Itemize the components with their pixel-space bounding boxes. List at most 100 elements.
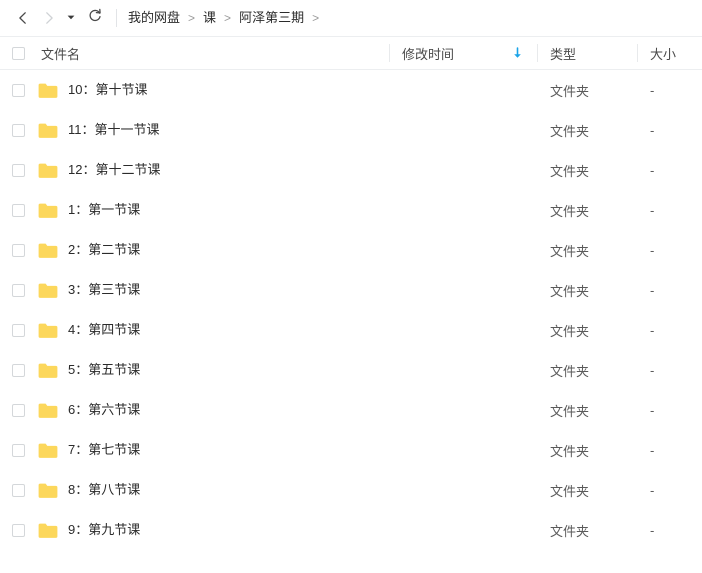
file-name-label: 5：第五节课 xyxy=(68,362,140,378)
table-row[interactable]: 2：第二节课 文件夹 - xyxy=(0,230,702,270)
file-name-cell[interactable]: 3：第三节课 xyxy=(0,270,389,310)
file-size-label: - xyxy=(650,243,654,258)
back-button[interactable] xyxy=(10,5,36,31)
file-name-cell[interactable]: 5：第五节课 xyxy=(0,350,389,390)
file-size-cell: - xyxy=(637,470,702,510)
table-row[interactable]: 10：第十节课 文件夹- xyxy=(0,70,702,110)
table-row[interactable]: 8：第八节课 文件夹- xyxy=(0,470,702,510)
breadcrumb-item-current[interactable]: 阿泽第三期 xyxy=(238,9,305,27)
column-header-mtime[interactable]: 修改时间 xyxy=(389,37,537,69)
file-name-cell[interactable]: 1：第一节课 xyxy=(0,190,389,230)
file-type-cell: 文件夹 xyxy=(537,350,637,390)
row-checkbox[interactable] xyxy=(12,244,25,257)
breadcrumb-item-ke[interactable]: 课 xyxy=(202,9,217,27)
column-header-type[interactable]: 类型 xyxy=(537,37,637,69)
column-header-name[interactable]: 文件名 xyxy=(0,37,389,69)
file-size-cell: - xyxy=(637,150,702,190)
row-checkbox[interactable] xyxy=(12,324,25,337)
table-row[interactable]: 1：第一节课 文件夹- xyxy=(0,190,702,230)
file-mtime-cell xyxy=(389,310,537,350)
row-checkbox[interactable] xyxy=(12,524,25,537)
file-size-label: - xyxy=(650,123,654,138)
file-type-label: 文件夹 xyxy=(550,281,589,300)
file-name-cell[interactable]: 7：第七节课 xyxy=(0,430,389,470)
file-size-label: - xyxy=(650,323,654,338)
file-name-label: 11：第十一节课 xyxy=(68,122,160,138)
file-size-label: - xyxy=(650,363,654,378)
refresh-icon xyxy=(87,8,103,29)
file-type-cell: 文件夹 xyxy=(537,390,637,430)
row-checkbox[interactable] xyxy=(12,124,25,137)
row-checkbox[interactable] xyxy=(12,444,25,457)
file-size-cell: - xyxy=(637,70,702,110)
column-header-name-label: 文件名 xyxy=(41,44,80,63)
file-name-label: 4：第四节课 xyxy=(68,322,140,338)
breadcrumb-item-root[interactable]: 我的网盘 xyxy=(127,9,181,27)
file-name-cell[interactable]: 10：第十节课 xyxy=(0,70,389,110)
file-size-label: - xyxy=(650,403,654,418)
file-type-cell: 文件夹 xyxy=(537,190,637,230)
refresh-button[interactable] xyxy=(82,5,108,31)
select-all-checkbox[interactable] xyxy=(12,47,25,60)
file-size-cell: - xyxy=(637,230,702,270)
file-size-cell: - xyxy=(637,390,702,430)
table-row[interactable]: 3：第三节课 文件夹 - xyxy=(0,270,702,310)
row-checkbox[interactable] xyxy=(12,484,25,497)
file-name-label: 12：第十二节课 xyxy=(68,162,160,178)
file-name-label: 6：第六节课 xyxy=(68,402,140,418)
row-checkbox[interactable] xyxy=(12,84,25,97)
folder-icon xyxy=(38,322,58,339)
table-row[interactable]: 6：第六节课 文件夹 - xyxy=(0,390,702,430)
table-row[interactable]: 5：第五节课 文件夹- xyxy=(0,350,702,390)
column-header-size-label: 大小 xyxy=(650,44,676,63)
row-checkbox[interactable] xyxy=(12,404,25,417)
file-name-cell[interactable]: 8：第八节课 xyxy=(0,470,389,510)
table-row[interactable]: 7：第七节课文件夹- xyxy=(0,430,702,470)
file-type-label: 文件夹 xyxy=(550,321,589,340)
file-type-cell: 文件夹 xyxy=(537,70,637,110)
file-type-cell: 文件夹 xyxy=(537,230,637,270)
file-name-cell[interactable]: 4：第四节课 xyxy=(0,310,389,350)
row-checkbox[interactable] xyxy=(12,204,25,217)
file-type-cell: 文件夹 xyxy=(537,470,637,510)
table-row[interactable]: 4：第四节课 文件夹 - xyxy=(0,310,702,350)
table-row[interactable]: 12：第十二节课文件夹- xyxy=(0,150,702,190)
forward-button[interactable] xyxy=(36,5,62,31)
file-name-cell[interactable]: 6：第六节课 xyxy=(0,390,389,430)
file-size-label: - xyxy=(650,443,654,458)
file-mtime-cell xyxy=(389,270,537,310)
arrow-down-icon[interactable] xyxy=(512,47,523,59)
folder-icon xyxy=(38,122,58,139)
file-type-label: 文件夹 xyxy=(550,241,589,260)
file-name-label: 8：第八节课 xyxy=(68,482,140,498)
row-checkbox[interactable] xyxy=(12,164,25,177)
column-header-type-label: 类型 xyxy=(550,44,576,63)
folder-icon xyxy=(38,402,58,419)
folder-icon xyxy=(38,242,58,259)
file-name-cell[interactable]: 12：第十二节课 xyxy=(0,150,389,190)
file-size-cell: - xyxy=(637,510,702,550)
file-mtime-cell xyxy=(389,430,537,470)
table-row[interactable]: 9：第九节课 文件夹 - xyxy=(0,510,702,550)
file-name-cell[interactable]: 11：第十一节课 xyxy=(0,110,389,150)
navigation-toolbar: 我的网盘 > 课 > 阿泽第三期 > xyxy=(0,0,702,37)
chevron-left-icon xyxy=(15,10,31,26)
file-name-cell[interactable]: 2：第二节课 xyxy=(0,230,389,270)
row-checkbox[interactable] xyxy=(12,284,25,297)
file-size-label: - xyxy=(650,203,654,218)
file-name-cell[interactable]: 9：第九节课 xyxy=(0,510,389,550)
file-type-label: 文件夹 xyxy=(550,401,589,420)
row-checkbox[interactable] xyxy=(12,364,25,377)
file-mtime-cell xyxy=(389,470,537,510)
history-dropdown-button[interactable] xyxy=(62,5,80,31)
column-header-size[interactable]: 大小 xyxy=(637,37,702,69)
file-size-cell: - xyxy=(637,430,702,470)
breadcrumb-separator-trailing: > xyxy=(312,9,319,27)
folder-icon xyxy=(38,442,58,459)
file-size-label: - xyxy=(650,283,654,298)
table-row[interactable]: 11：第十一节课文件夹- xyxy=(0,110,702,150)
file-mtime-cell xyxy=(389,70,537,110)
file-type-label: 文件夹 xyxy=(550,521,589,540)
file-type-cell: 文件夹 xyxy=(537,310,637,350)
file-size-label: - xyxy=(650,83,654,98)
